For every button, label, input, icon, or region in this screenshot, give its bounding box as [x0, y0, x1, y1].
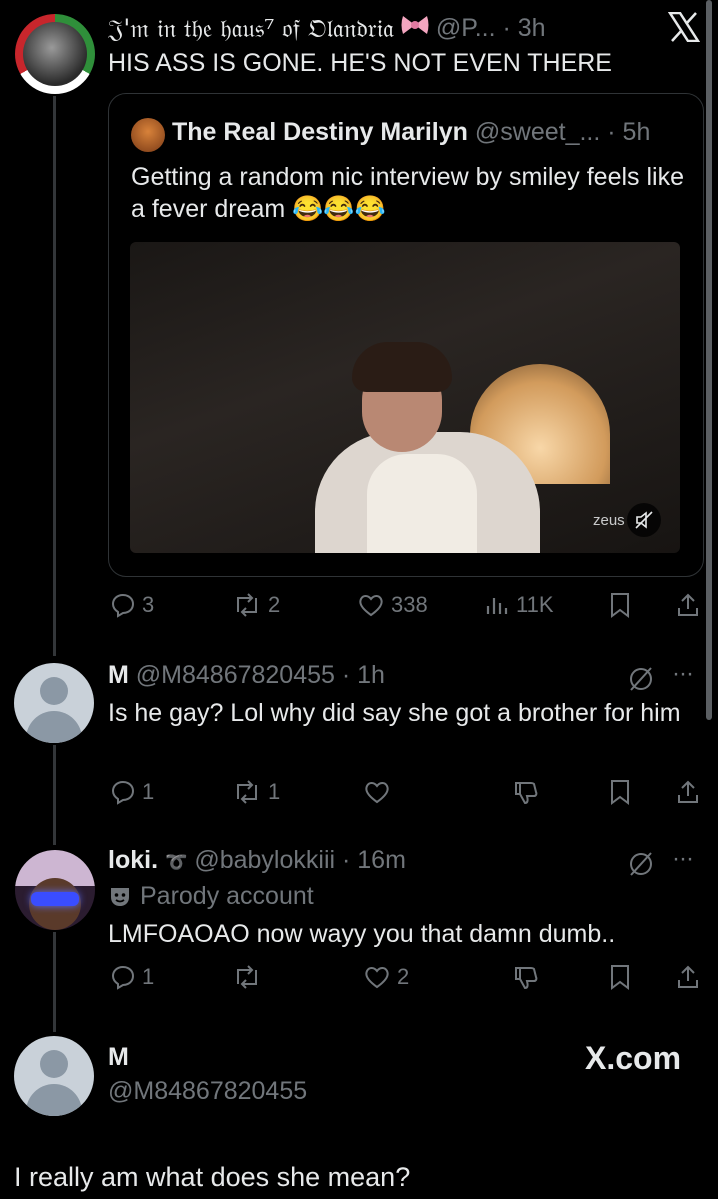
thread-line	[53, 745, 56, 845]
bow-icon	[400, 12, 430, 45]
reply-name[interactable]: loki.	[108, 846, 158, 874]
reply-name[interactable]: M	[108, 661, 129, 689]
thumbs-down-icon	[515, 967, 538, 990]
quote-avatar[interactable]	[131, 118, 165, 152]
repost-button[interactable]: 1	[232, 779, 280, 805]
reply-handle-time[interactable]: @babylokkiii · 16m	[194, 846, 406, 874]
bookmark-button[interactable]	[609, 779, 631, 805]
scrollbar[interactable]	[706, 0, 712, 720]
bookmark-icon	[611, 593, 629, 618]
post-header: 𝔍'𝔪 𝔦𝔫 𝔱𝔥𝔢 𝔥𝔞𝔲𝔰⁷ 𝔬𝔣 𝔒𝔩𝔞𝔫𝔡𝔯𝔦𝔞 @P... · 3h	[108, 12, 546, 45]
heart-icon	[365, 967, 389, 989]
display-name[interactable]: 𝔍'𝔪 𝔦𝔫 𝔱𝔥𝔢 𝔥𝔞𝔲𝔰⁷ 𝔬𝔣 𝔒𝔩𝔞𝔫𝔡𝔯𝔦𝔞	[108, 14, 394, 44]
brand-watermark: X.com	[585, 1040, 682, 1076]
like-count: 338	[391, 592, 428, 617]
more-icon[interactable]: ···	[672, 845, 694, 873]
video-watermark: zeus	[593, 512, 625, 529]
quote-header: The Real Destiny Marilyn @sweet_... · 5h	[172, 118, 650, 147]
mute-button[interactable]	[627, 503, 661, 537]
views-count: 11K	[516, 592, 554, 617]
post-text: HIS ASS IS GONE. HE'S NOT EVEN THERE	[108, 49, 612, 77]
reply-text: LMFOAOAO now wayy you that damn dumb..	[108, 920, 616, 948]
bookmark-button[interactable]	[609, 592, 631, 618]
thumbs-down-icon	[515, 782, 538, 805]
video-player[interactable]: zeus	[130, 242, 680, 553]
grok-icon[interactable]	[626, 664, 656, 699]
thread-line	[53, 96, 56, 656]
share-icon	[678, 780, 698, 803]
like-button[interactable]: 338	[357, 592, 428, 618]
reply-count: 3	[142, 592, 155, 617]
downvote-button[interactable]	[512, 964, 540, 990]
heart-icon	[359, 595, 383, 617]
thread-line	[53, 932, 56, 1032]
repost-icon	[237, 593, 257, 617]
reply-handle[interactable]: @M84867820455	[108, 1077, 307, 1106]
downvote-button[interactable]	[512, 779, 540, 805]
reply-name[interactable]: M	[108, 1043, 129, 1072]
repost-button[interactable]: 2	[232, 592, 280, 618]
repost-count: 2	[268, 592, 281, 617]
quote-name[interactable]: The Real Destiny Marilyn	[172, 118, 468, 146]
reply-count: 1	[142, 964, 155, 989]
like-button[interactable]: 2	[363, 964, 409, 990]
repost-count: 1	[268, 779, 281, 804]
person-shirt	[367, 454, 477, 553]
more-icon[interactable]: ···	[672, 660, 694, 688]
muted-speaker-icon	[635, 511, 653, 529]
share-icon	[678, 593, 698, 616]
person-hair	[352, 342, 452, 392]
x-logo-icon[interactable]	[667, 11, 701, 47]
reply-text: Is he gay? Lol why did say she got a bro…	[108, 699, 681, 727]
reply-icon	[111, 593, 135, 618]
name-symbol: ➰	[164, 852, 188, 872]
repost-icon	[237, 965, 257, 989]
bookmark-icon	[611, 780, 629, 805]
views-icon	[486, 598, 508, 614]
theater-masks-icon	[111, 887, 129, 906]
avatar[interactable]	[14, 1036, 94, 1116]
quote-handle-time[interactable]: @sweet_... · 5h	[475, 118, 650, 146]
views-button[interactable]: 11K	[484, 592, 554, 618]
share-button[interactable]	[675, 964, 701, 990]
reply-button[interactable]: 3	[110, 592, 154, 618]
handle-time[interactable]: @P... · 3h	[436, 14, 546, 43]
avatar[interactable]	[15, 14, 95, 94]
avatar[interactable]	[15, 850, 95, 930]
bookmark-button[interactable]	[609, 964, 631, 990]
quote-text: Getting a random nic interview by smiley…	[131, 163, 685, 223]
reply-handle-time[interactable]: @M84867820455 · 1h	[136, 661, 385, 689]
repost-icon	[237, 780, 257, 804]
share-icon	[678, 965, 698, 988]
reply-header: M @M84867820455 · 1h	[108, 661, 385, 690]
share-button[interactable]	[675, 779, 701, 805]
reply-text: I really am what does she mean?	[14, 1162, 411, 1192]
grok-icon[interactable]	[626, 849, 656, 884]
reply-button[interactable]: 1	[110, 779, 154, 805]
avatar[interactable]	[14, 663, 94, 743]
reply-icon	[111, 780, 135, 805]
parody-text: Parody account	[140, 882, 314, 910]
reply-header: loki. ➰ @babylokkiii · 16m	[108, 846, 406, 875]
reply-icon	[111, 965, 135, 990]
share-button[interactable]	[675, 592, 701, 618]
bookmark-icon	[611, 965, 629, 990]
reply-button[interactable]: 1	[110, 964, 154, 990]
like-count: 2	[397, 964, 410, 989]
heart-icon	[365, 782, 389, 804]
parody-label: Parody account	[108, 882, 314, 911]
like-button[interactable]	[363, 779, 391, 805]
repost-button[interactable]	[232, 964, 262, 990]
reply-count: 1	[142, 779, 155, 804]
